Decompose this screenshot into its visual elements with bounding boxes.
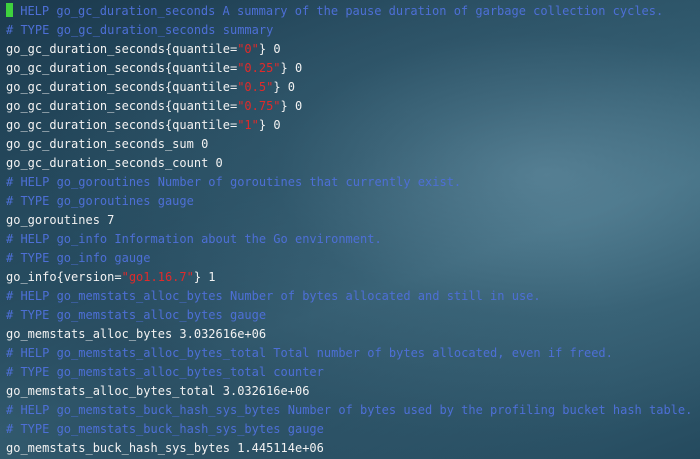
metric-line: go_gc_duration_seconds{quantile="0.5"} 0 — [6, 78, 700, 97]
metric-line: go_gc_duration_seconds{quantile="0.75"} … — [6, 97, 700, 116]
comment-text: # HELP go_memstats_buck_hash_sys_bytes N… — [6, 403, 693, 417]
comment-text: # HELP go_info Information about the Go … — [6, 232, 382, 246]
metric-line: go_goroutines 7 — [6, 211, 700, 230]
comment-text: # TYPE go_memstats_alloc_bytes_total cou… — [6, 365, 324, 379]
comment-line: # TYPE go_memstats_alloc_bytes_total cou… — [6, 363, 700, 382]
comment-text: # TYPE go_memstats_alloc_bytes gauge — [6, 308, 267, 322]
comment-line: # HELP go_memstats_alloc_bytes_total Tot… — [6, 344, 700, 363]
comment-line: # TYPE go_goroutines gauge — [6, 192, 700, 211]
metric-text: go_gc_duration_seconds{quantile= — [6, 42, 238, 56]
metric-text: go_gc_duration_seconds{quantile= — [6, 118, 238, 132]
metric-text: go_memstats_alloc_bytes_total 3.032616e+… — [6, 384, 310, 398]
label-value: "go1.16.7" — [121, 270, 194, 284]
metric-line: go_gc_duration_seconds_sum 0 — [6, 135, 700, 154]
metric-text: go_gc_duration_seconds{quantile= — [6, 61, 238, 75]
metric-text: go_goroutines 7 — [6, 213, 115, 227]
comment-line: # HELP go_memstats_buck_hash_sys_bytes N… — [6, 401, 700, 420]
metric-text: go_gc_duration_seconds_count 0 — [6, 156, 223, 170]
comment-line: # TYPE go_info gauge — [6, 249, 700, 268]
label-value: "1" — [237, 118, 259, 132]
metric-text: go_memstats_buck_hash_sys_bytes 1.445114… — [6, 441, 324, 455]
metric-line: go_gc_duration_seconds{quantile="1"} 0 — [6, 116, 700, 135]
comment-line: # HELP go_info Information about the Go … — [6, 230, 700, 249]
metric-value: } 0 — [258, 118, 281, 132]
comment-text: HELP go_gc_duration_seconds A summary of… — [13, 4, 664, 18]
terminal-cursor — [6, 3, 13, 17]
comment-line: # TYPE go_memstats_alloc_bytes gauge — [6, 306, 700, 325]
comment-line: HELP go_gc_duration_seconds A summary of… — [6, 2, 700, 21]
label-value: "0" — [237, 42, 259, 56]
comment-line: # TYPE go_memstats_buck_hash_sys_bytes g… — [6, 420, 700, 439]
comment-line: # TYPE go_gc_duration_seconds summary — [6, 21, 700, 40]
metric-text: go_gc_duration_seconds{quantile= — [6, 80, 238, 94]
label-value: "0.25" — [237, 61, 281, 75]
comment-text: # HELP go_memstats_alloc_bytes Number of… — [6, 289, 541, 303]
metric-line: go_gc_duration_seconds{quantile="0"} 0 — [6, 40, 700, 59]
metric-text: go_gc_duration_seconds{quantile= — [6, 99, 238, 113]
comment-line: # HELP go_goroutines Number of goroutine… — [6, 173, 700, 192]
metric-line: go_gc_duration_seconds{quantile="0.25"} … — [6, 59, 700, 78]
metric-value: } 0 — [280, 61, 303, 75]
label-value: "0.75" — [237, 99, 281, 113]
metric-line: go_gc_duration_seconds_count 0 — [6, 154, 700, 173]
metric-text: go_gc_duration_seconds_sum 0 — [6, 137, 209, 151]
comment-text: # TYPE go_info gauge — [6, 251, 151, 265]
metric-line: go_info{version="go1.16.7"} 1 — [6, 268, 700, 287]
terminal-output[interactable]: HELP go_gc_duration_seconds A summary of… — [0, 0, 700, 459]
metric-line: go_memstats_alloc_bytes 3.032616e+06 — [6, 325, 700, 344]
metric-value: } 0 — [280, 99, 303, 113]
metric-value: } 0 — [273, 80, 295, 94]
comment-text: # TYPE go_memstats_buck_hash_sys_bytes g… — [6, 422, 324, 436]
comment-line: # HELP go_memstats_alloc_bytes Number of… — [6, 287, 700, 306]
label-value: "0.5" — [237, 80, 274, 94]
metric-value: } 1 — [193, 270, 216, 284]
comment-text: # HELP go_goroutines Number of goroutine… — [6, 175, 462, 189]
comment-text: # TYPE go_gc_duration_seconds summary — [6, 23, 274, 37]
metric-line: go_memstats_buck_hash_sys_bytes 1.445114… — [6, 439, 700, 458]
comment-text: # TYPE go_goroutines gauge — [6, 194, 194, 208]
comment-text: # HELP go_memstats_alloc_bytes_total Tot… — [6, 346, 613, 360]
metric-text: go_info{version= — [6, 270, 122, 284]
metric-line: go_memstats_alloc_bytes_total 3.032616e+… — [6, 382, 700, 401]
metric-text: go_memstats_alloc_bytes 3.032616e+06 — [6, 327, 267, 341]
metric-value: } 0 — [258, 42, 281, 56]
